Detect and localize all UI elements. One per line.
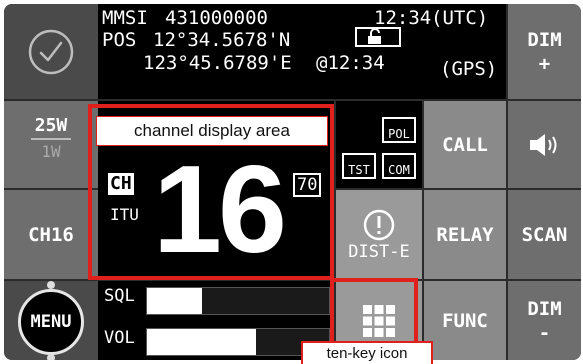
- dim-plus-sign: +: [538, 52, 551, 75]
- dim-plus-button[interactable]: DIM +: [508, 4, 581, 99]
- tst-icon: TST: [342, 153, 376, 179]
- menu-button[interactable]: MENU: [4, 281, 98, 360]
- vol-label: VOL: [104, 328, 135, 348]
- menu-dot-top: [47, 281, 55, 289]
- time-zone: (UTC): [431, 7, 489, 29]
- status-icon-area: POL TST COM: [336, 101, 422, 188]
- status-panel: MMSI 431000000 12:34 (UTC) POS 12°34.567…: [98, 4, 506, 99]
- dim-plus-label: DIM: [527, 28, 562, 51]
- dim-minus-button[interactable]: DIM -: [508, 281, 581, 360]
- region-label: ITU: [110, 205, 139, 224]
- speaker-button[interactable]: [508, 101, 581, 188]
- func-label: FUNC: [442, 309, 488, 332]
- com-label: COM: [388, 163, 410, 177]
- menu-dot-bottom: [47, 354, 55, 360]
- pol-icon: POL: [382, 117, 416, 143]
- func-button[interactable]: FUNC: [424, 281, 506, 360]
- clock-time: 12:34: [374, 7, 432, 29]
- channel-number: 16: [153, 141, 287, 279]
- power-divider: [31, 138, 71, 140]
- mmsi-value: 431000000: [165, 7, 268, 29]
- level-panel: SQL VOL: [98, 281, 334, 360]
- com-icon: COM: [382, 153, 416, 179]
- tenkey-callout-text: ten-key icon: [326, 345, 408, 362]
- latitude: 12°34.5678'N: [153, 29, 291, 51]
- checkmark-icon: [28, 29, 74, 74]
- call-button[interactable]: CALL: [424, 101, 506, 188]
- relay-button[interactable]: RELAY: [424, 190, 506, 279]
- tst-label: TST: [348, 163, 370, 177]
- alert-icon: [363, 209, 395, 240]
- speaker-icon: [529, 133, 556, 156]
- relay-label: RELAY: [436, 223, 494, 246]
- power-button[interactable]: 25W 1W: [4, 101, 98, 188]
- pos-label: POS: [102, 29, 137, 51]
- power-low-label: 1W: [41, 142, 61, 161]
- pol-label: POL: [388, 127, 410, 141]
- scan-label: SCAN: [521, 223, 568, 246]
- confirm-button[interactable]: [4, 4, 98, 99]
- tenkey-callout: ten-key icon: [301, 341, 433, 364]
- tenkey-icon: [363, 304, 395, 337]
- ch16-label: CH16: [28, 223, 74, 246]
- channel-area-callout-text: channel display area: [134, 121, 290, 140]
- dim-minus-label: DIM: [527, 297, 562, 320]
- sql-slider[interactable]: [146, 287, 330, 315]
- scan-button[interactable]: SCAN: [508, 190, 581, 279]
- dim-minus-sign: -: [538, 321, 551, 344]
- distress-label: DIST-E: [348, 241, 410, 262]
- vol-fill: [147, 329, 257, 355]
- menu-ring: MENU: [18, 289, 84, 355]
- sql-fill: [147, 288, 202, 314]
- position-source: (GPS): [440, 58, 498, 80]
- mmsi-label: MMSI: [102, 7, 148, 29]
- channel-area-callout: channel display area: [96, 116, 328, 146]
- power-high-label: 25W: [34, 115, 68, 136]
- menu-label: MENU: [30, 312, 72, 332]
- secondary-channel: 70: [293, 173, 322, 197]
- ch-prefix: CH: [108, 173, 134, 195]
- fix-time: @12:34: [316, 52, 385, 74]
- sql-label: SQL: [104, 286, 135, 306]
- ch16-button[interactable]: CH16: [4, 190, 98, 279]
- call-label: CALL: [442, 133, 488, 156]
- radio-screen: MMSI 431000000 12:34 (UTC) POS 12°34.567…: [4, 4, 581, 360]
- longitude: 123°45.6789'E: [143, 52, 292, 74]
- distress-button[interactable]: DIST-E: [336, 190, 422, 279]
